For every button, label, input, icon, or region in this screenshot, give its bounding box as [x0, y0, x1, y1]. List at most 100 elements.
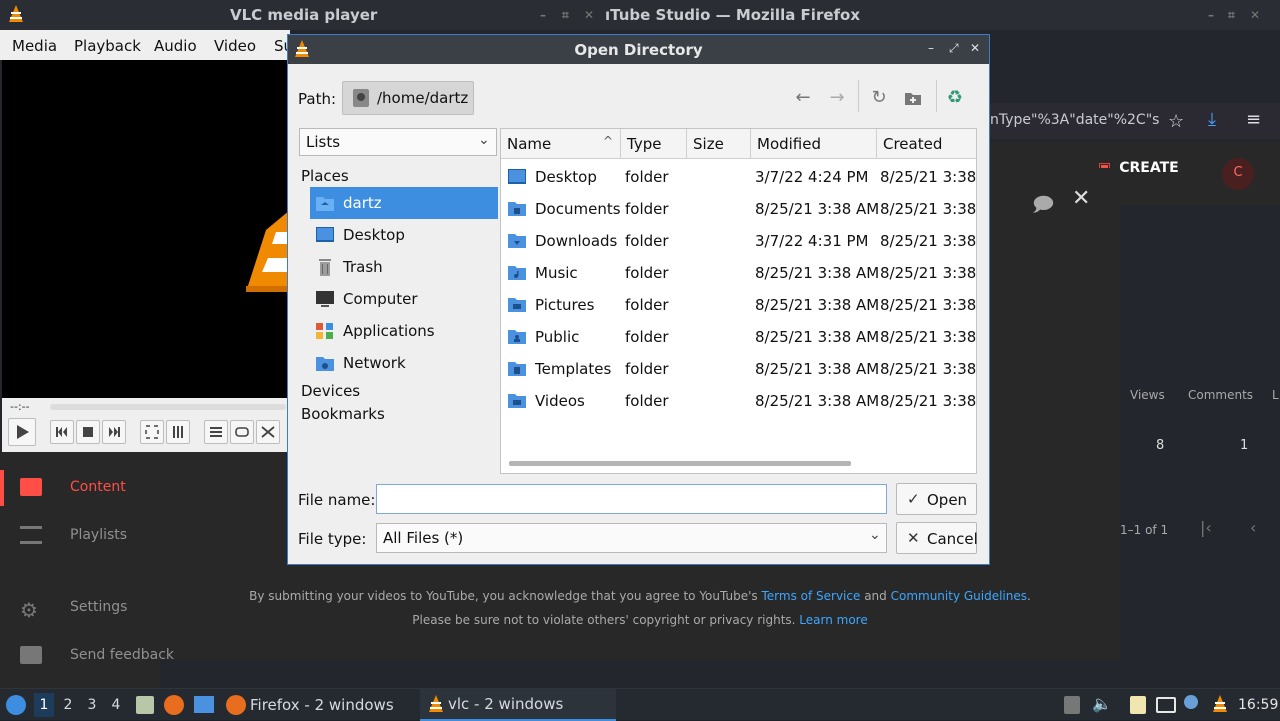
menu-media[interactable]: Media — [12, 37, 57, 55]
task-firefox[interactable]: Firefox - 2 windows — [222, 689, 414, 721]
seek-slider[interactable] — [50, 404, 286, 410]
file-row[interactable]: Downloads folder 3/7/22 4:31 PM 8/25/21 … — [501, 224, 976, 256]
bookmarks-header[interactable]: Bookmarks — [301, 405, 385, 423]
maximize-icon[interactable]: ⤢ — [949, 41, 959, 56]
sidebar-item-playlists[interactable]: Playlists — [20, 526, 127, 550]
learn-more-link[interactable]: Learn more — [799, 613, 867, 627]
cancel-button[interactable]: ✕ Cancel — [896, 522, 978, 554]
storage-icon[interactable] — [1064, 696, 1080, 714]
workspace-4[interactable]: 4 — [106, 697, 126, 713]
avatar[interactable]: C — [1222, 158, 1254, 190]
start-menu-icon[interactable] — [6, 695, 26, 715]
refresh-icon[interactable]: ↻ — [868, 87, 890, 109]
vlc-cone-logo — [246, 210, 290, 292]
file-row[interactable]: Templates folder 8/25/21 3:38 AM 8/25/21… — [501, 352, 976, 384]
documents-folder-icon — [507, 200, 527, 217]
firefox-icon — [226, 695, 246, 715]
file-row[interactable]: Public folder 8/25/21 3:38 AM 8/25/21 3:… — [501, 320, 976, 352]
task-vlc[interactable]: vlc - 2 windows — [420, 689, 616, 721]
column-label: Created — [883, 135, 943, 153]
vlc-tray-icon[interactable] — [1210, 694, 1230, 714]
place-item-home[interactable]: dartz — [310, 187, 498, 219]
file-type-select[interactable]: All Files (*) ⌄ — [376, 523, 887, 553]
column-header-size[interactable]: Size — [687, 129, 751, 159]
workspace-1[interactable]: 1 — [34, 693, 54, 717]
sidebar-item-feedback[interactable]: Send feedback — [20, 646, 174, 670]
extended-settings-button[interactable] — [166, 420, 190, 444]
minimize-icon[interactable]: – — [540, 8, 546, 22]
file-row[interactable]: Videos folder 8/25/21 3:38 AM 8/25/21 3:… — [501, 384, 976, 416]
loop-button[interactable] — [230, 420, 254, 444]
chevron-down-icon: ⌄ — [869, 527, 881, 543]
menu-video[interactable]: Video — [214, 37, 256, 55]
maximize-icon[interactable]: ⌗ — [562, 8, 569, 23]
horizontal-scrollbar[interactable] — [509, 461, 851, 466]
workspace-2[interactable]: 2 — [58, 697, 78, 713]
bookmark-star-icon[interactable]: ☆ — [1168, 111, 1184, 132]
stop-button[interactable] — [76, 420, 100, 444]
place-item-trash[interactable]: Trash — [310, 251, 498, 283]
vlc-video-area[interactable] — [2, 60, 290, 398]
clipboard-icon[interactable] — [1130, 696, 1146, 714]
file-row[interactable]: Desktop folder 3/7/22 4:24 PM 8/25/21 3:… — [501, 160, 976, 192]
prev-page-icon[interactable]: ‹ — [1250, 518, 1256, 537]
place-item-computer[interactable]: Computer — [310, 283, 498, 315]
cancel-x-icon: ✕ — [907, 529, 920, 547]
recycle-icon[interactable]: ♻ — [944, 87, 966, 109]
file-name-input[interactable] — [376, 484, 887, 514]
column-label: Modified — [757, 135, 822, 153]
menu-audio[interactable]: Audio — [154, 37, 197, 55]
forward-arrow-icon[interactable]: → — [826, 87, 848, 109]
fullscreen-button[interactable] — [140, 420, 164, 444]
clock[interactable]: 16:59 — [1238, 697, 1278, 713]
previous-button[interactable] — [50, 420, 74, 444]
close-icon[interactable]: ✕ — [1250, 8, 1260, 22]
column-header-type[interactable]: Type — [621, 129, 687, 159]
devices-header[interactable]: Devices — [301, 382, 360, 400]
volume-icon[interactable]: 🔈 — [1092, 694, 1112, 713]
shuffle-button[interactable] — [256, 420, 280, 444]
file-row[interactable]: Music folder 8/25/21 3:38 AM 8/25/21 3:3… — [501, 256, 976, 288]
play-button[interactable] — [8, 418, 36, 446]
column-header-name[interactable]: Name ^ — [501, 129, 621, 159]
playlist-button[interactable] — [204, 420, 228, 444]
back-arrow-icon[interactable]: ← — [792, 87, 814, 109]
templates-folder-icon — [507, 360, 527, 377]
open-button[interactable]: ✓ Open — [896, 483, 977, 515]
next-button[interactable] — [102, 420, 126, 444]
places-header[interactable]: Places — [301, 167, 349, 185]
column-header-created[interactable]: Created — [877, 129, 976, 159]
download-icon[interactable]: ⤓ — [1208, 109, 1216, 130]
minimize-icon[interactable]: – — [1208, 8, 1214, 22]
place-item-desktop[interactable]: Desktop — [310, 219, 498, 251]
sidebar-item-content[interactable]: Content — [20, 478, 126, 502]
view-mode-select[interactable]: Lists ⌄ — [299, 128, 497, 156]
menu-playback[interactable]: Playback — [74, 37, 141, 55]
file-row[interactable]: Documents folder 8/25/21 3:38 AM 8/25/21… — [501, 192, 976, 224]
url-bar[interactable]: nType"%3A"date"%2C"so — [990, 112, 1160, 128]
new-folder-icon[interactable] — [902, 87, 924, 109]
terms-of-service-link[interactable]: Terms of Service — [761, 589, 860, 603]
path-button[interactable]: /home/dartz — [342, 81, 474, 115]
downloads-folder-icon — [507, 232, 527, 249]
menu-icon[interactable]: ≡ — [1246, 109, 1261, 130]
firefox-icon[interactable] — [164, 695, 184, 715]
first-page-icon[interactable]: |‹ — [1200, 518, 1212, 537]
close-icon[interactable]: ✕ — [970, 41, 980, 55]
close-icon[interactable]: ✕ — [584, 8, 594, 22]
column-header-modified[interactable]: Modified — [751, 129, 877, 159]
file-row[interactable]: Pictures folder 8/25/21 3:38 AM 8/25/21 … — [501, 288, 976, 320]
maximize-icon[interactable]: ⌗ — [1228, 8, 1235, 23]
file-manager-icon[interactable] — [136, 696, 154, 714]
feedback-icon[interactable]: 🗩 — [1032, 190, 1054, 224]
community-guidelines-link[interactable]: Community Guidelines — [891, 589, 1027, 603]
close-icon[interactable]: ✕ — [1072, 186, 1090, 211]
place-item-network[interactable]: Network — [310, 347, 498, 379]
sidebar-item-settings[interactable]: ⚙ Settings — [20, 598, 127, 622]
workspace-3[interactable]: 3 — [82, 697, 102, 713]
place-item-applications[interactable]: Applications — [310, 315, 498, 347]
minimize-icon[interactable]: – — [928, 41, 934, 55]
updates-icon[interactable] — [1184, 695, 1198, 709]
display-icon[interactable] — [1156, 697, 1176, 713]
desktop-icon[interactable] — [194, 696, 214, 713]
